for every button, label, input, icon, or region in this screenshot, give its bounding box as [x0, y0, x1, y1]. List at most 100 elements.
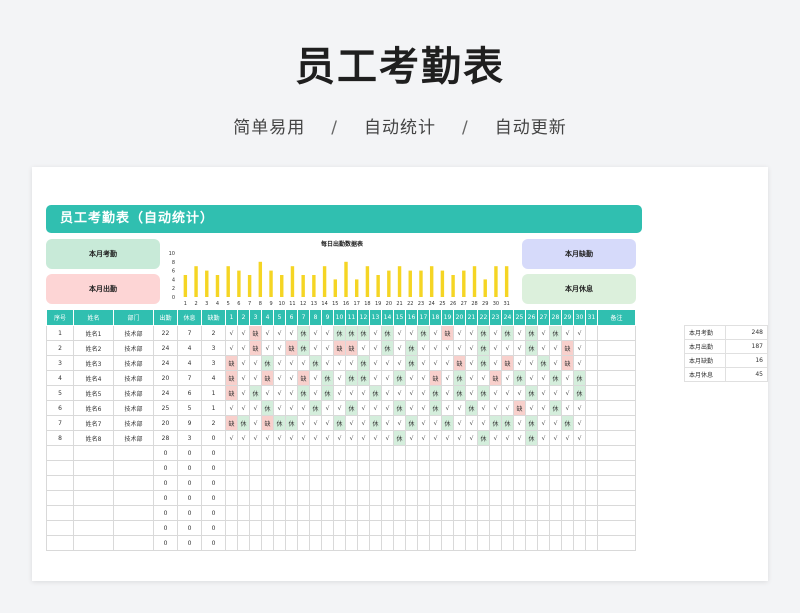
cell-day[interactable]: √: [513, 325, 526, 341]
cell-day[interactable]: 休: [405, 355, 418, 371]
cell-day[interactable]: √: [309, 385, 322, 401]
cell-day[interactable]: [549, 490, 562, 506]
cell-absent[interactable]: 2: [201, 415, 226, 431]
cell-day[interactable]: √: [501, 400, 514, 416]
cell-day[interactable]: [405, 520, 418, 536]
cell-day[interactable]: √: [525, 370, 538, 386]
cell-day[interactable]: [333, 505, 346, 521]
cell-day[interactable]: 缺: [297, 370, 310, 386]
cell-day[interactable]: 休: [525, 430, 538, 446]
cell-day[interactable]: [549, 445, 562, 461]
cell-day[interactable]: [345, 445, 358, 461]
cell-dept[interactable]: 技术部: [113, 400, 154, 416]
cell-rest[interactable]: 7: [177, 370, 202, 386]
cell-day[interactable]: [573, 475, 586, 491]
cell-day[interactable]: 缺: [501, 355, 514, 371]
cell-day[interactable]: √: [429, 430, 442, 446]
cell-day[interactable]: [429, 520, 442, 536]
cell-day[interactable]: [525, 520, 538, 536]
cell-day[interactable]: √: [573, 400, 586, 416]
cell-day[interactable]: [369, 535, 382, 551]
cell-attend[interactable]: 24: [153, 355, 178, 371]
cell-day[interactable]: 休: [501, 415, 514, 431]
cell-absent[interactable]: 3: [201, 340, 226, 356]
cell-day[interactable]: 休: [405, 340, 418, 356]
cell-day[interactable]: √: [237, 400, 250, 416]
cell-day[interactable]: [441, 505, 454, 521]
cell-day[interactable]: √: [537, 430, 550, 446]
cell-day[interactable]: [333, 535, 346, 551]
cell-day[interactable]: [417, 535, 430, 551]
cell-day[interactable]: [585, 325, 598, 341]
cell-day[interactable]: [357, 460, 370, 476]
cell-day[interactable]: [261, 505, 274, 521]
cell-day[interactable]: [573, 520, 586, 536]
cell-day[interactable]: √: [525, 400, 538, 416]
cell-day[interactable]: [561, 535, 574, 551]
cell-day[interactable]: [489, 445, 502, 461]
cell-day[interactable]: [369, 475, 382, 491]
cell-name[interactable]: 姓名8: [73, 430, 114, 446]
cell-note[interactable]: [597, 535, 636, 551]
cell-day[interactable]: √: [501, 385, 514, 401]
cell-day[interactable]: √: [285, 400, 298, 416]
cell-day[interactable]: [225, 445, 238, 461]
cell-day[interactable]: [297, 505, 310, 521]
cell-day[interactable]: [333, 520, 346, 536]
cell-day[interactable]: √: [309, 415, 322, 431]
cell-day[interactable]: √: [369, 325, 382, 341]
cell-day[interactable]: [309, 460, 322, 476]
cell-day[interactable]: 休: [477, 340, 490, 356]
cell-day[interactable]: [573, 445, 586, 461]
cell-day[interactable]: [333, 445, 346, 461]
cell-day[interactable]: √: [573, 430, 586, 446]
cell-day[interactable]: [537, 475, 550, 491]
cell-day[interactable]: 休: [405, 415, 418, 431]
cell-day[interactable]: 缺: [225, 355, 238, 371]
cell-day[interactable]: [501, 535, 514, 551]
cell-day[interactable]: [585, 415, 598, 431]
cell-day[interactable]: √: [513, 355, 526, 371]
cell-day[interactable]: [237, 475, 250, 491]
cell-rest[interactable]: 0: [177, 445, 202, 461]
cell-day[interactable]: [477, 475, 490, 491]
cell-day[interactable]: [309, 535, 322, 551]
cell-day[interactable]: 缺: [225, 370, 238, 386]
cell-day[interactable]: 休: [273, 415, 286, 431]
cell-day[interactable]: 休: [525, 340, 538, 356]
cell-day[interactable]: [441, 445, 454, 461]
cell-seq[interactable]: [46, 520, 74, 536]
cell-absent[interactable]: 0: [201, 490, 226, 506]
cell-day[interactable]: √: [561, 325, 574, 341]
cell-day[interactable]: √: [285, 325, 298, 341]
cell-day[interactable]: [297, 520, 310, 536]
cell-day[interactable]: [381, 505, 394, 521]
cell-absent[interactable]: 1: [201, 385, 226, 401]
cell-day[interactable]: [501, 520, 514, 536]
cell-rest[interactable]: 6: [177, 385, 202, 401]
cell-day[interactable]: [453, 520, 466, 536]
cell-day[interactable]: √: [513, 340, 526, 356]
cell-day[interactable]: √: [441, 355, 454, 371]
cell-dept[interactable]: 技术部: [113, 340, 154, 356]
cell-day[interactable]: 缺: [333, 340, 346, 356]
cell-day[interactable]: √: [345, 355, 358, 371]
cell-day[interactable]: 休: [537, 355, 550, 371]
cell-day[interactable]: [537, 520, 550, 536]
cell-day[interactable]: √: [237, 430, 250, 446]
cell-seq[interactable]: 6: [46, 400, 74, 416]
cell-day[interactable]: √: [393, 340, 406, 356]
cell-day[interactable]: [489, 475, 502, 491]
cell-day[interactable]: √: [333, 400, 346, 416]
cell-day[interactable]: √: [249, 355, 262, 371]
cell-absent[interactable]: 3: [201, 355, 226, 371]
cell-day[interactable]: 休: [465, 400, 478, 416]
cell-day[interactable]: 缺: [453, 355, 466, 371]
cell-name[interactable]: [73, 460, 114, 476]
cell-attend[interactable]: 0: [153, 445, 178, 461]
cell-day[interactable]: [369, 505, 382, 521]
cell-dept[interactable]: 技术部: [113, 355, 154, 371]
cell-day[interactable]: [417, 520, 430, 536]
cell-day[interactable]: [465, 445, 478, 461]
cell-day[interactable]: [525, 535, 538, 551]
